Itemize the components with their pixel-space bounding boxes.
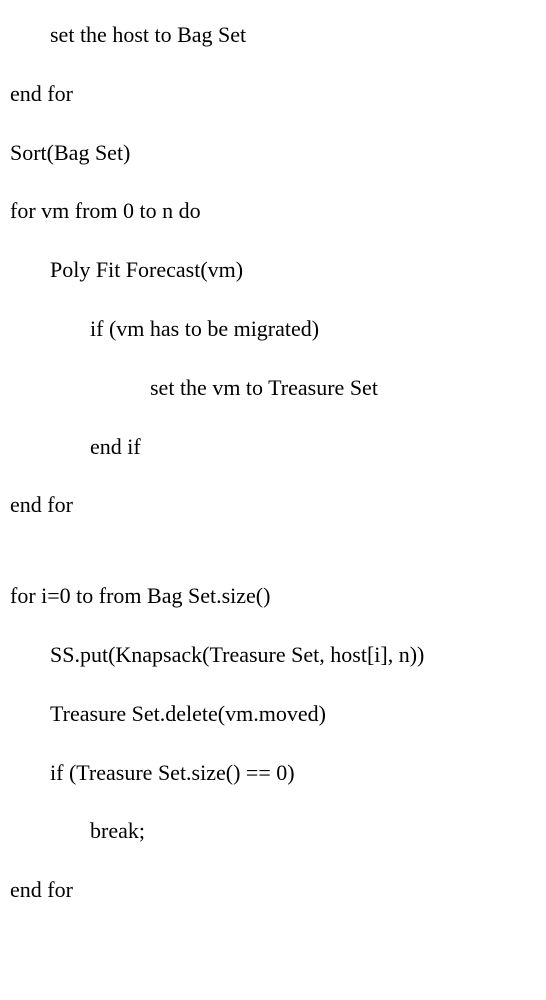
code-line: end for: [10, 79, 536, 110]
code-line: Sort(Bag Set): [10, 138, 536, 169]
code-line: Treasure Set.delete(vm.moved): [10, 699, 536, 730]
code-line: set the vm to Treasure Set: [10, 373, 536, 404]
code-line: for vm from 0 to n do: [10, 196, 536, 227]
code-line: SS.put(Knapsack(Treasure Set, host[i], n…: [10, 640, 536, 671]
code-line: for i=0 to from Bag Set.size(): [10, 581, 536, 612]
code-line: set the host to Bag Set: [10, 20, 536, 51]
code-line: if (vm has to be migrated): [10, 314, 536, 345]
code-line: end for: [10, 875, 536, 906]
code-line: end for: [10, 490, 536, 521]
code-line: Poly Fit Forecast(vm): [10, 255, 536, 286]
code-line: if (Treasure Set.size() == 0): [10, 758, 536, 789]
code-line: end if: [10, 432, 536, 463]
code-line: break;: [10, 816, 536, 847]
